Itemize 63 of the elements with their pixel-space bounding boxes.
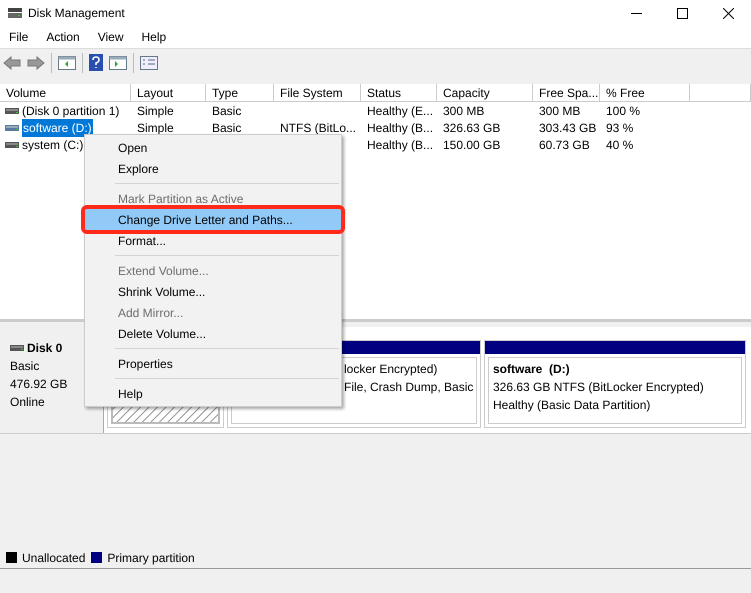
table-cell-text: Healthy (E... [367, 102, 434, 120]
partition-info: 326.63 GB NTFS (BitLocker Encrypted) [493, 379, 705, 396]
help-icon[interactable] [89, 54, 103, 71]
column-header[interactable]: Free Spa... [533, 84, 600, 101]
app-icon [7, 6, 23, 20]
table-cell-text: 93 % [606, 120, 634, 136]
menu-item[interactable]: View [88, 26, 132, 48]
window-title: Disk Management [28, 5, 125, 22]
disk-name: Disk 0 [27, 340, 62, 357]
table-cell-text: Basic [212, 102, 242, 120]
drive-icon [10, 344, 24, 352]
drive-icon [5, 140, 19, 148]
partition-info: locker Encrypted) [344, 361, 438, 378]
menu-item[interactable]: Action [37, 26, 89, 48]
table-cell-text: Simple [137, 120, 174, 136]
menu-item[interactable]: Change Drive Letter and Paths... [85, 209, 341, 230]
table-cell-text: 150.00 GB [443, 136, 500, 154]
table-cell-text: 60.73 GB [539, 136, 590, 154]
partition-info: Healthy (Basic Data Partition) [493, 397, 652, 414]
forward-arrow-icon[interactable] [27, 56, 45, 70]
menu-item[interactable]: Format... [85, 230, 341, 251]
column-header[interactable]: File System [274, 84, 361, 101]
table-cell-text: Simple [137, 102, 174, 120]
table-cell[interactable]: software (D:) [22, 118, 93, 136]
table-cell-text: 303.43 GB [539, 120, 596, 136]
table-cell-text: Basic [212, 120, 242, 136]
legend-label: Primary partition [107, 550, 195, 566]
partition-info: File, Crash Dump, Basic [344, 379, 474, 396]
panel-icon[interactable] [58, 56, 76, 70]
table-cell-text: 300 MB [443, 102, 484, 120]
partition-block[interactable]: software (D:) 326.63 GB NTFS (BitLocker Encrypted) Healthy (Basic Data Partition) [484, 340, 746, 428]
partition-title: software (D:) [493, 361, 571, 378]
menu-item[interactable]: Open [85, 137, 341, 158]
menu-item[interactable]: Help [132, 26, 176, 48]
menu-item[interactable]: Explore [85, 158, 341, 179]
drive-icon [5, 124, 19, 132]
menu-item[interactable]: Shrink Volume... [85, 281, 341, 302]
column-header[interactable]: Capacity [437, 84, 533, 101]
column-header[interactable]: Type [206, 84, 274, 101]
table-cell-text: NTFS (BitLo... [280, 120, 356, 136]
table-cell[interactable]: system (C:) [22, 136, 84, 154]
column-header[interactable]: Layout [131, 84, 206, 101]
disk-status: Online [10, 394, 46, 411]
panel-icon[interactable] [109, 56, 127, 70]
table-cell-text: 300 MB [539, 102, 580, 120]
disk-type: Basic [10, 358, 40, 375]
table-cell-text: 40 % [606, 136, 634, 154]
disk-size: 476.92 GB [10, 376, 68, 393]
legend-label: Unallocated [22, 550, 86, 566]
table-cell-text: Healthy (B... [367, 136, 434, 154]
close-icon [722, 8, 734, 18]
column-header[interactable]: Status [361, 84, 437, 101]
table-cell[interactable]: (Disk 0 partition 1) [22, 102, 120, 120]
checklist-icon[interactable] [140, 56, 158, 70]
menu-item[interactable]: File [0, 26, 38, 48]
column-header[interactable]: % Free [600, 84, 690, 101]
table-cell-text: 100 % [606, 102, 640, 120]
table-cell-text: Healthy (B... [367, 120, 434, 136]
drive-icon [5, 106, 19, 114]
table-cell-text: 326.63 GB [443, 120, 500, 136]
back-arrow-icon[interactable] [3, 56, 21, 70]
column-header[interactable]: Volume [0, 84, 131, 101]
maximize-icon [676, 8, 688, 18]
